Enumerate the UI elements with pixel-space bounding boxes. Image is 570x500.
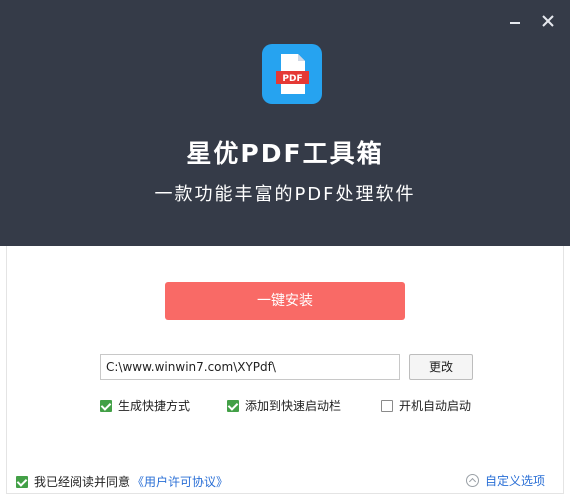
close-icon[interactable]: [539, 12, 557, 30]
custom-options-button[interactable]: 自定义选项: [466, 472, 545, 489]
option-label: 开机自动启动: [399, 399, 472, 413]
installer-header: PDF 星优PDF工具箱 一款功能丰富的PDF处理软件: [0, 0, 570, 246]
chevron-up-icon: [466, 474, 479, 487]
pdf-icon-label: PDF: [282, 74, 302, 84]
option-label: 生成快捷方式: [118, 399, 191, 413]
pdf-file-icon: PDF: [276, 54, 309, 94]
checkbox-unchecked-icon[interactable]: [381, 399, 393, 412]
install-path-input[interactable]: [100, 354, 400, 380]
checkbox-checked-icon[interactable]: [100, 399, 112, 412]
agree-text: 我已经阅读并同意: [34, 475, 131, 489]
option-auto-start[interactable]: 开机自动启动: [381, 397, 471, 414]
app-logo: PDF: [262, 44, 322, 104]
install-button[interactable]: 一键安装: [165, 282, 405, 320]
agree-license-row[interactable]: 我已经阅读并同意 《用户许可协议》: [16, 473, 228, 490]
option-quick-launch[interactable]: 添加到快速启动栏: [227, 397, 341, 414]
app-subtitle: 一款功能丰富的PDF处理软件: [154, 184, 416, 205]
checkbox-checked-icon[interactable]: [227, 399, 239, 412]
checkbox-checked-icon[interactable]: [16, 475, 28, 488]
option-label: 添加到快速启动栏: [245, 399, 342, 413]
minimize-icon[interactable]: [506, 12, 524, 30]
change-path-button[interactable]: 更改: [409, 354, 473, 380]
app-title: 星优PDF工具箱: [186, 139, 384, 168]
option-create-shortcut[interactable]: 生成快捷方式: [100, 397, 190, 414]
custom-options-label: 自定义选项: [485, 474, 546, 488]
license-link[interactable]: 《用户许可协议》: [132, 473, 228, 490]
